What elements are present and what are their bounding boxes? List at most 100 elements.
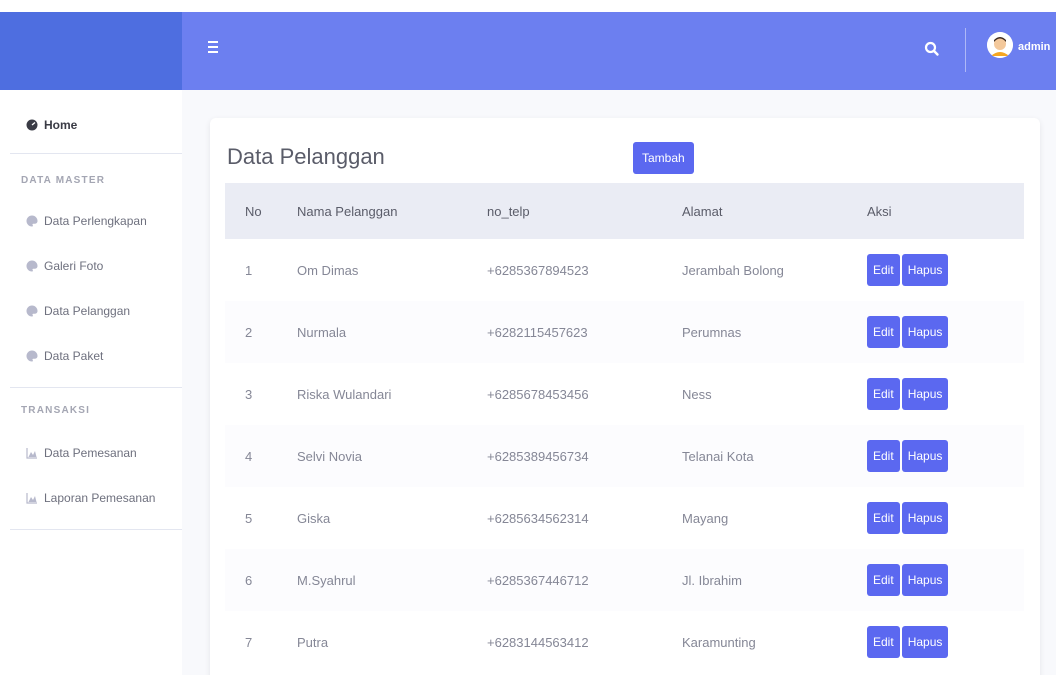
edit-button[interactable]: Edit (867, 378, 900, 410)
cell-nama: Selvi Novia (297, 448, 363, 464)
cell-alamat: Ness (682, 386, 712, 402)
cell-no: 6 (245, 572, 253, 588)
topbar: admin (182, 12, 1056, 90)
sidebar-item-label: Data Pelanggan (44, 304, 131, 318)
delete-button[interactable]: Hapus (901, 502, 949, 534)
cell-telp: +6285678453456 (487, 386, 589, 402)
cell-no: 1 (245, 262, 253, 278)
sidebar-item-laporan-pemesanan[interactable]: Laporan Pemesanan (26, 491, 155, 505)
cell-telp: +6285367894523 (487, 262, 589, 278)
cell-alamat: Jerambah Bolong (682, 262, 784, 278)
edit-button[interactable]: Edit (867, 626, 900, 658)
edit-button[interactable]: Edit (867, 564, 900, 596)
sidebar-item-data-pemesanan[interactable]: Data Pemesanan (26, 446, 137, 460)
table-row: 5 Giska +6285634562314 Mayang Edit Hapus (225, 487, 1024, 549)
cell-nama: Putra (297, 634, 329, 650)
table-header-row: No Nama Pelanggan no_telp Alamat Aksi (225, 183, 1024, 239)
section-heading-transaksi: TRANSAKSI (21, 405, 91, 416)
cell-no: 4 (245, 448, 253, 464)
sidebar-divider (10, 387, 182, 388)
page-title: Data Pelanggan (227, 144, 385, 169)
delete-button[interactable]: Hapus (901, 626, 949, 658)
cell-telp: +6283144563412 (487, 634, 589, 650)
cell-telp: +6285634562314 (487, 510, 589, 526)
table-row: 1 Om Dimas +6285367894523 Jerambah Bolong Ed… (225, 239, 1024, 301)
pelanggan-card: Data Pelanggan Tambah No Nama Pelanggan … (210, 118, 1040, 675)
cell-aksi: Edit Hapus (867, 487, 1024, 549)
sidebar-item-label: Data Paket (44, 349, 104, 363)
user-name[interactable]: admin (1018, 41, 1050, 53)
sidebar: Home DATA MASTER Data Perlengkapan Galer… (0, 90, 182, 675)
cell-no: 2 (245, 324, 253, 340)
cell-no: 3 (245, 386, 253, 402)
menu-toggle-icon[interactable] (208, 41, 218, 55)
cell-aksi: Edit Hapus (867, 611, 1024, 673)
delete-button[interactable]: Hapus (901, 254, 949, 286)
sidebar-item-data-perlengkapan[interactable]: Data Perlengkapan (26, 214, 147, 228)
sidebar-brand[interactable] (0, 12, 182, 90)
dashboard-icon (26, 119, 38, 131)
avatar[interactable] (987, 32, 1013, 58)
search-icon[interactable] (920, 37, 944, 61)
column-header-no: No (245, 203, 262, 219)
cell-alamat: Mayang (682, 510, 729, 526)
add-button[interactable]: Tambah (633, 142, 694, 174)
sidebar-item-label: Data Perlengkapan (44, 214, 147, 228)
edit-button[interactable]: Edit (867, 502, 900, 534)
cell-nama: Riska Wulandari (297, 386, 392, 402)
edit-button[interactable]: Edit (867, 440, 900, 472)
cell-nama: Giska (297, 510, 331, 526)
palette-icon (26, 260, 38, 272)
sidebar-divider (10, 153, 182, 154)
cell-aksi: Edit Hapus (867, 239, 1024, 301)
sidebar-item-data-pelanggan[interactable]: Data Pelanggan (26, 304, 130, 318)
column-header-nama: Nama Pelanggan (297, 203, 398, 219)
sidebar-item-label: Laporan Pemesanan (44, 491, 156, 505)
area-chart-icon (26, 447, 38, 459)
cell-telp: +6282115457623 (487, 324, 588, 340)
cell-alamat: Perumnas (682, 324, 742, 340)
column-header-telp: no_telp (487, 203, 530, 219)
sidebar-item-data-paket[interactable]: Data Paket (26, 349, 103, 363)
area-chart-icon (26, 492, 38, 504)
table-row: 2 Nurmala +6282115457623 Perumnas Edit Hapus (225, 301, 1024, 363)
cell-no: 7 (245, 634, 253, 650)
sidebar-item-galeri-foto[interactable]: Galeri Foto (26, 259, 103, 273)
cell-aksi: Edit Hapus (867, 301, 1024, 363)
delete-button[interactable]: Hapus (901, 564, 949, 596)
top-strip (0, 0, 1056, 12)
table-row: 4 Selvi Novia +6285389456734 Telanai Kota Ed… (225, 425, 1024, 487)
sidebar-divider (10, 529, 182, 530)
column-header-alamat: Alamat (682, 203, 723, 219)
cell-alamat: Jl. Ibrahim (682, 572, 742, 588)
delete-button[interactable]: Hapus (901, 378, 949, 410)
section-heading-master: DATA MASTER (21, 175, 106, 186)
cell-telp: +6285367446712 (487, 572, 589, 588)
palette-icon (26, 305, 38, 317)
sidebar-item-home[interactable]: Home (26, 118, 77, 132)
cell-aksi: Edit Hapus (867, 425, 1024, 487)
sidebar-item-label: Data Pemesanan (44, 446, 137, 460)
cell-telp: +6285389456734 (487, 448, 589, 464)
cell-nama: Om Dimas (297, 262, 359, 278)
cell-alamat: Karamunting (682, 634, 756, 650)
delete-button[interactable]: Hapus (901, 440, 949, 472)
sidebar-item-label: Home (44, 118, 78, 132)
cell-aksi: Edit Hapus (867, 549, 1024, 611)
customer-table: No Nama Pelanggan no_telp Alamat Aksi 1 O… (225, 183, 1024, 673)
cell-nama: Nurmala (297, 324, 347, 340)
topbar-divider (965, 28, 966, 72)
cell-aksi: Edit Hapus (867, 363, 1024, 425)
cell-nama: M.Syahrul (297, 572, 356, 588)
table-row: 6 M.Syahrul +6285367446712 Jl. Ibrahim Edit H… (225, 549, 1024, 611)
column-header-aksi: Aksi (867, 203, 892, 219)
table-row: 7 Putra +6283144563412 Karamunting Edit Hapus (225, 611, 1024, 673)
delete-button[interactable]: Hapus (901, 316, 949, 348)
cell-no: 5 (245, 510, 253, 526)
cell-alamat: Telanai Kota (682, 448, 754, 464)
table-row: 3 Riska Wulandari +6285678453456 Ness Edit Ha… (225, 363, 1024, 425)
edit-button[interactable]: Edit (867, 316, 900, 348)
edit-button[interactable]: Edit (867, 254, 900, 286)
palette-icon (26, 215, 38, 227)
sidebar-item-label: Galeri Foto (44, 259, 104, 273)
